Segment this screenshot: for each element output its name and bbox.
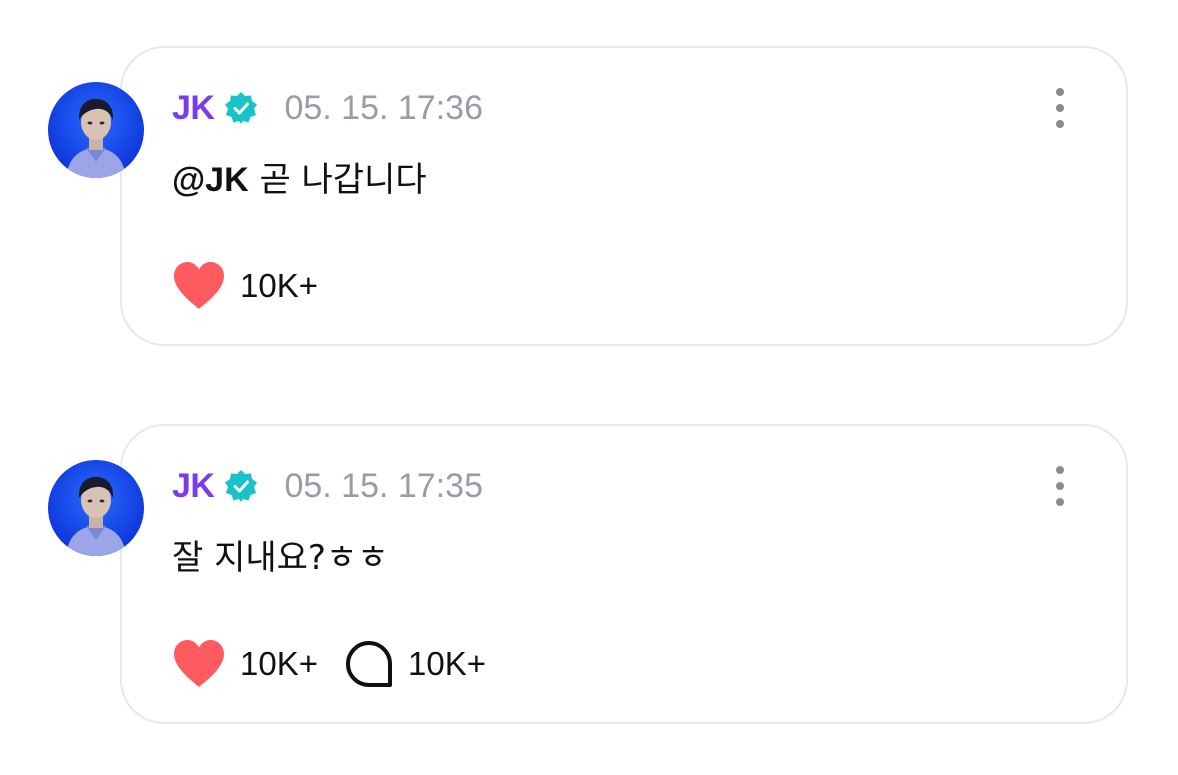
mention-link[interactable]: @JK [172,161,249,199]
author-name[interactable]: JK [172,89,215,128]
post-card[interactable]: JK 05. 15. 17:36 @JK 곧 나갑니다 10K+ [120,46,1128,346]
heart-icon[interactable] [172,261,226,311]
message-text: 곧 나갑니다 [259,160,427,200]
more-vertical-icon[interactable] [1052,86,1068,130]
message-text: 잘 지내요?ㅎㅎ [172,538,389,578]
comment-count: 10K+ [408,645,486,682]
verified-badge-icon [225,92,258,124]
post-timestamp: 05. 15. 17:35 [284,466,483,505]
avatar[interactable] [48,460,144,556]
more-vertical-icon[interactable] [1052,464,1068,508]
like-count: 10K+ [240,645,318,682]
post-message: @JK 곧 나갑니다 [172,152,427,201]
post-actions: 10K+ 10K+ [172,636,486,692]
heart-icon[interactable] [172,639,226,689]
post-timestamp: 05. 15. 17:36 [284,88,483,127]
post-header: JK 05. 15. 17:35 [172,466,483,506]
avatar-image [48,82,144,178]
verified-badge-icon [225,470,258,502]
like-count: 10K+ [240,267,318,304]
post-card[interactable]: JK 05. 15. 17:35 잘 지내요?ㅎㅎ 10K+ 10K+ [120,424,1128,724]
comment-bubble-icon[interactable] [344,639,394,689]
post-header: JK 05. 15. 17:36 [172,88,483,128]
post-message: 잘 지내요?ㅎㅎ [172,530,389,579]
author-name[interactable]: JK [172,467,215,506]
avatar-image [48,460,144,556]
post-actions: 10K+ [172,258,318,314]
avatar[interactable] [48,82,144,178]
